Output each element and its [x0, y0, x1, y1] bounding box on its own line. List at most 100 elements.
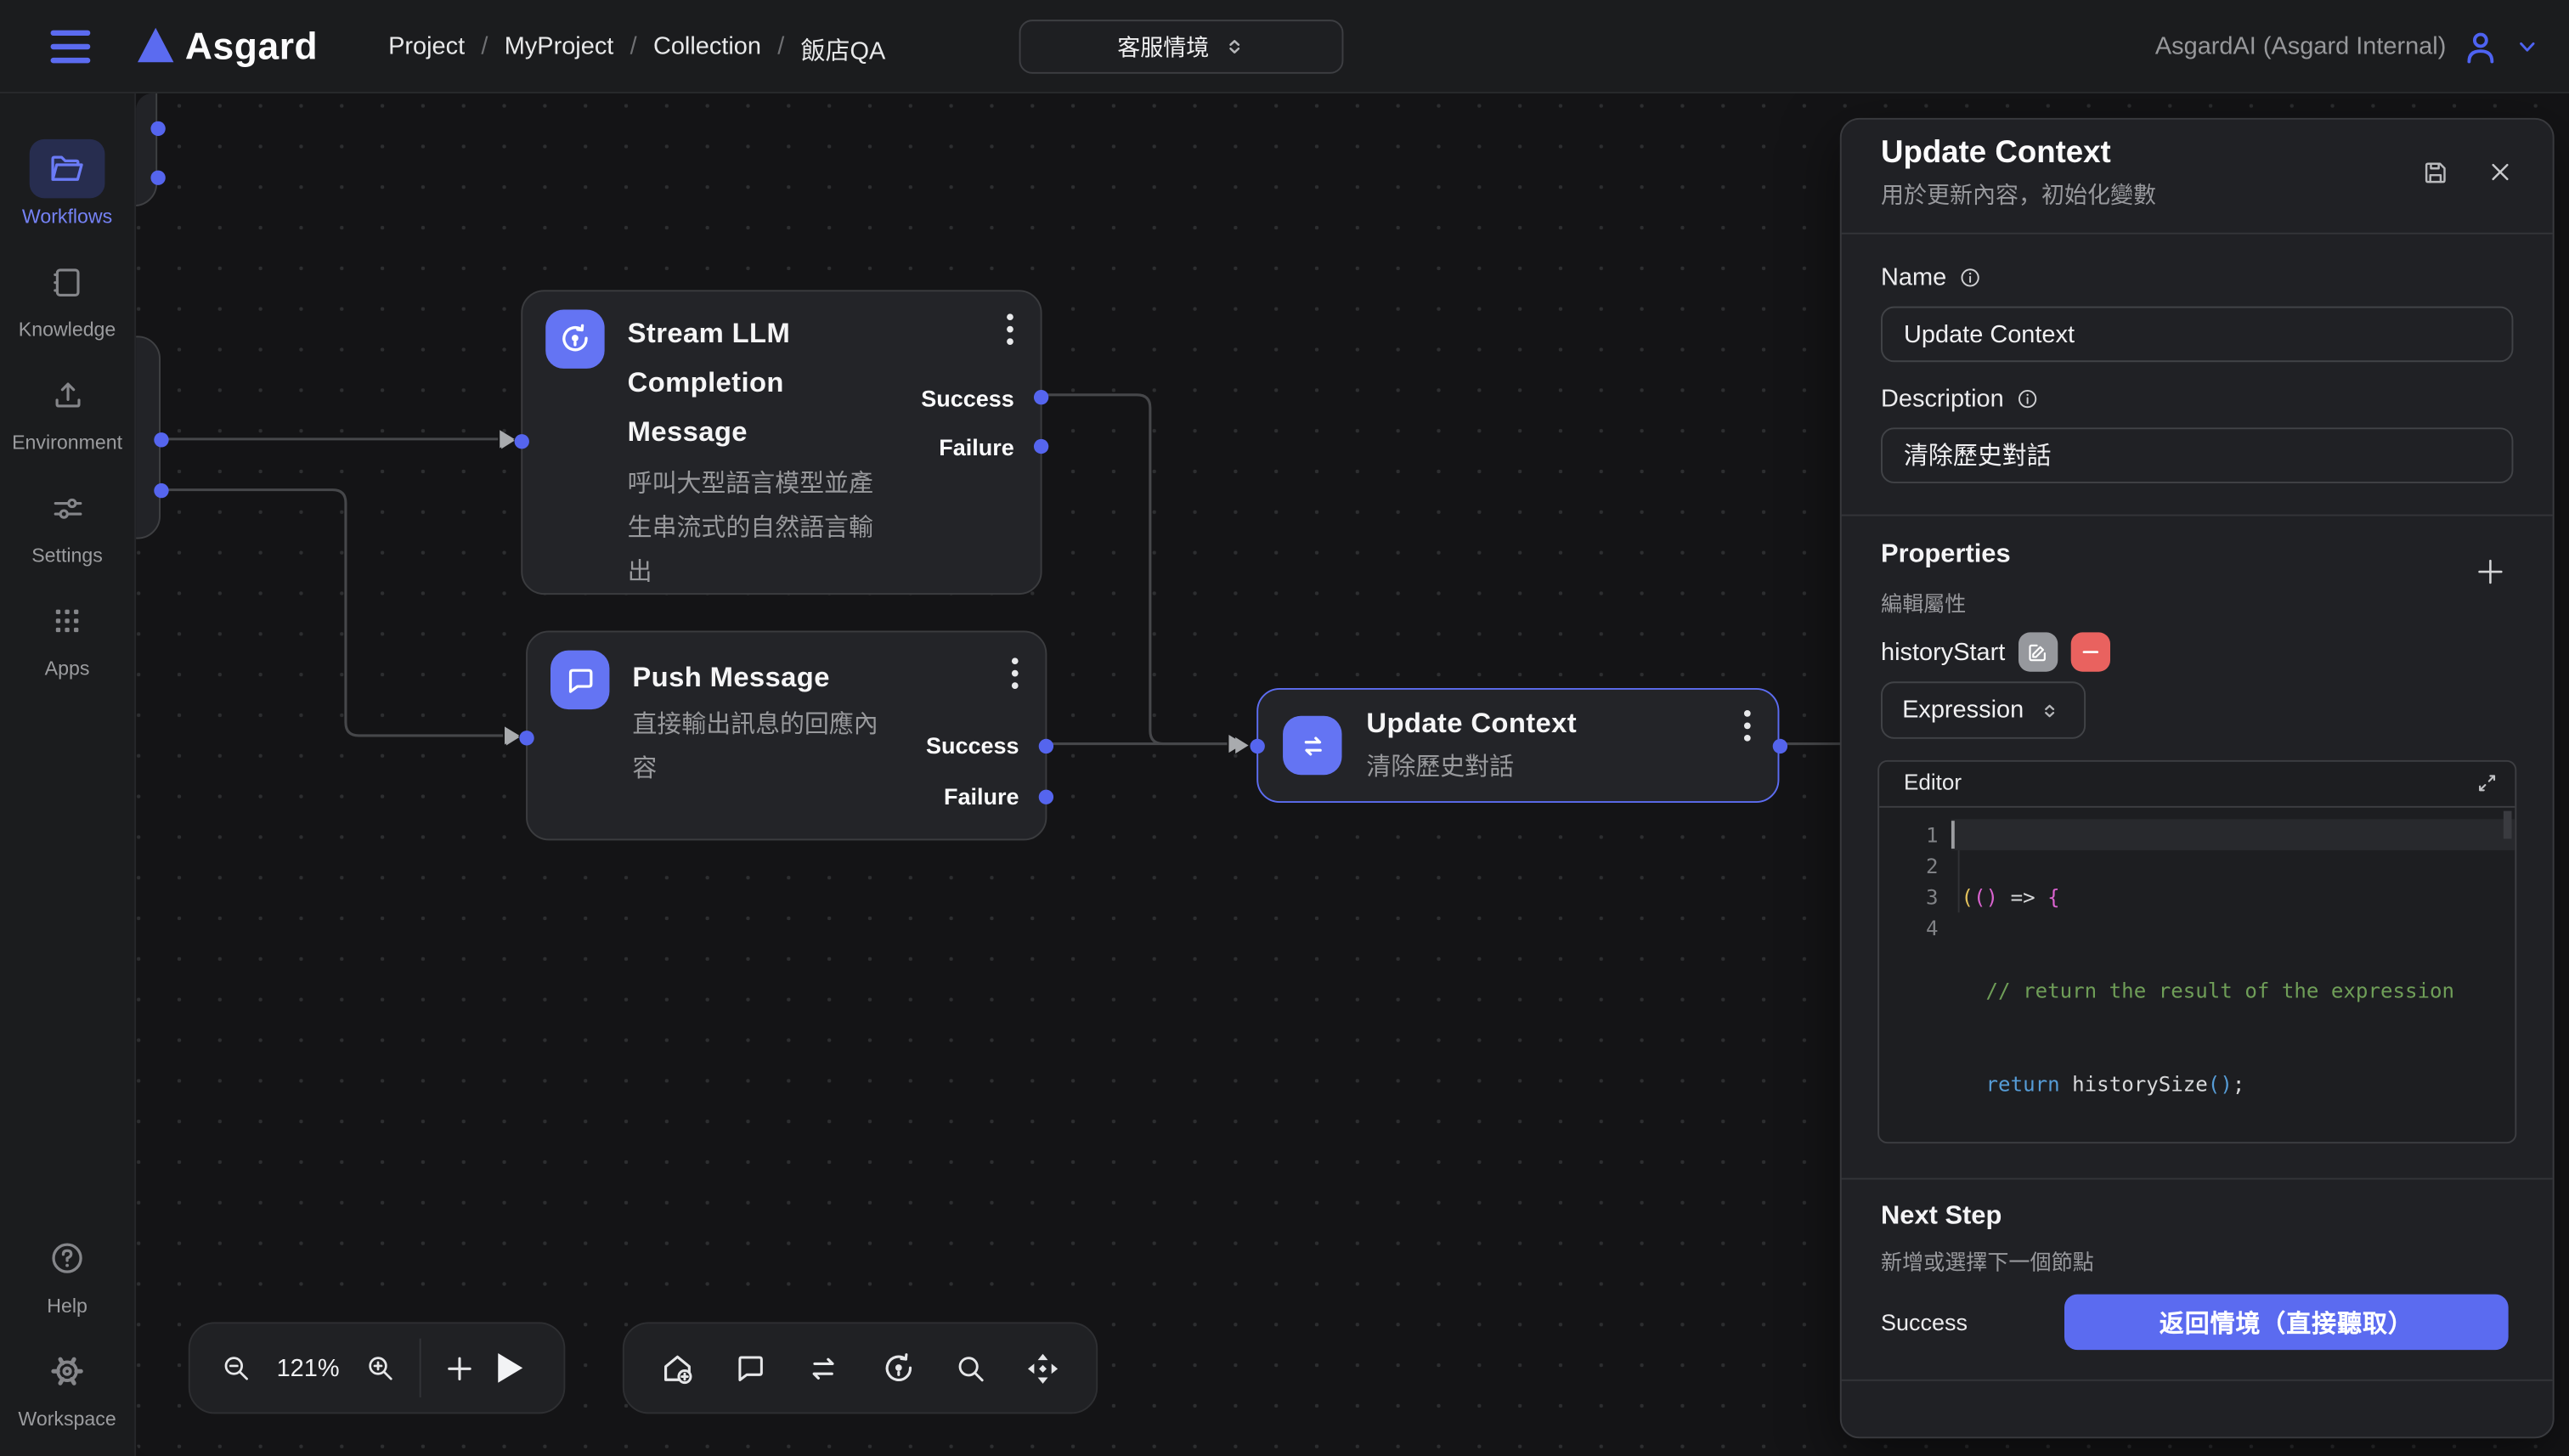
output-port-success[interactable] [1039, 738, 1053, 753]
output-port-success[interactable] [1034, 389, 1048, 404]
app-root: Asgard Project/ MyProject/ Collection/ 飯… [0, 0, 2569, 1456]
description-label: Description [1881, 385, 2040, 413]
upload-icon [30, 365, 105, 424]
output-port[interactable] [150, 121, 164, 135]
node-description: 直接輸出訊息的回應內容 [632, 703, 897, 791]
sliders-icon [30, 478, 105, 537]
output-label-failure: Failure [939, 434, 1014, 460]
property-type-select[interactable]: Expression [1881, 681, 2086, 738]
sidebar-item-label: Workspace [18, 1408, 116, 1431]
add-property-button[interactable] [2474, 556, 2507, 589]
node-menu-icon[interactable] [1011, 657, 1019, 690]
sidebar-item-workspace[interactable]: Workspace [18, 1341, 116, 1430]
sidebar-item-label: Apps [45, 657, 90, 680]
exchange-tool-icon[interactable] [805, 1349, 843, 1386]
input-port[interactable] [515, 433, 529, 448]
description-input[interactable]: 清除歷史對話 [1881, 427, 2513, 483]
breadcrumb-collection[interactable]: Collection [653, 33, 761, 67]
account-name: AsgardAI (Asgard Internal) [2155, 33, 2447, 61]
zoom-level[interactable]: 121% [275, 1354, 341, 1382]
output-port[interactable] [1772, 738, 1787, 753]
search-icon[interactable] [953, 1351, 988, 1385]
folder-icon [30, 139, 105, 198]
help-icon [30, 1228, 105, 1287]
node-config-panel: Update Context 用於更新內容，初始化變數 Name Update … [1840, 118, 2555, 1438]
property-row: historyStart [1881, 632, 2110, 671]
stream-icon [545, 309, 604, 368]
output-port[interactable] [153, 483, 167, 497]
sidebar-item-label: Workflows [22, 205, 112, 228]
sidebar-item-label: Environment [12, 431, 122, 454]
account-menu[interactable]: AsgardAI (Asgard Internal) [2155, 0, 2539, 93]
environment-select-value: 客服情境 [1117, 31, 1209, 64]
sidebar-item-environment[interactable]: Environment [12, 365, 122, 454]
move-icon[interactable] [1024, 1349, 1061, 1386]
save-icon[interactable] [2419, 157, 2451, 189]
sidebar-item-workflows[interactable]: Workflows [22, 139, 112, 228]
sidebar-item-knowledge[interactable]: Knowledge [19, 252, 116, 341]
expand-icon[interactable] [2476, 771, 2498, 794]
offscreen-node-top[interactable] [136, 93, 157, 206]
next-step-button[interactable]: 返回情境（直接聽取） [2064, 1295, 2509, 1351]
divider [1842, 233, 2553, 234]
asgard-logo-icon [138, 28, 173, 62]
sidebar-item-apps[interactable]: Apps [30, 591, 105, 680]
input-port[interactable] [1250, 738, 1264, 753]
breadcrumb: Project/ MyProject/ Collection/ 飯店QA [388, 33, 885, 67]
node-push-message[interactable]: Push Message 直接輸出訊息的回應內容 Success Failure [526, 630, 1047, 840]
property-type-value: Expression [1902, 697, 2024, 725]
book-icon [30, 252, 105, 311]
breadcrumb-project[interactable]: Project [388, 33, 465, 67]
select-updown-icon [1224, 36, 1245, 57]
run-button[interactable] [498, 1353, 522, 1383]
exchange-icon [1283, 716, 1341, 775]
home-add-icon[interactable] [658, 1349, 696, 1386]
add-node-button[interactable] [444, 1352, 476, 1384]
stream-tool-icon[interactable] [879, 1349, 917, 1386]
output-port-failure[interactable] [1039, 789, 1053, 804]
remove-property-button[interactable] [2070, 632, 2109, 671]
text-caret [1951, 821, 1954, 849]
code-line: return historySize(); [1961, 1068, 2454, 1099]
select-updown-icon [2040, 700, 2059, 720]
output-port[interactable] [153, 432, 167, 446]
sidebar-item-settings[interactable]: Settings [30, 478, 105, 567]
menu-icon[interactable] [49, 28, 92, 65]
property-name: historyStart [1881, 638, 2005, 666]
close-icon[interactable] [2487, 159, 2514, 185]
input-port[interactable] [519, 730, 534, 744]
zoom-out-button[interactable] [219, 1352, 252, 1385]
input-arrow-icon [1235, 736, 1248, 753]
panel-subtitle: 用於更新內容，初始化變數 [1881, 178, 2156, 212]
grid-icon [30, 591, 105, 650]
output-label-success: Success [921, 385, 1014, 411]
node-stream-llm[interactable]: Stream LLM Completion Message Success Fa… [521, 290, 1042, 595]
output-port-failure[interactable] [1034, 438, 1048, 453]
name-input[interactable]: Update Context [1881, 307, 2513, 363]
edit-property-button[interactable] [2019, 632, 2058, 671]
node-update-context[interactable]: Update Context 清除歷史對話 [1256, 688, 1779, 803]
output-port[interactable] [150, 170, 164, 184]
node-menu-icon[interactable] [1006, 313, 1014, 346]
sidebar-item-help[interactable]: Help [30, 1228, 105, 1317]
breadcrumb-myproject[interactable]: MyProject [505, 33, 614, 67]
chat-tool-icon[interactable] [733, 1350, 769, 1385]
divider [1842, 515, 2553, 516]
editor-title: Editor [1904, 770, 1962, 794]
node-title: Push Message [632, 653, 992, 703]
node-menu-icon[interactable] [1743, 709, 1752, 742]
node-title: Stream LLM Completion Message [628, 309, 831, 457]
next-step-handle-label: Success [1881, 1309, 1968, 1335]
sidebar-item-label: Knowledge [19, 318, 116, 341]
code-area[interactable]: 1 2 3 4 (() => { // return the result of… [1879, 808, 2515, 1142]
divider [1842, 1380, 2553, 1381]
environment-select[interactable]: 客服情境 [1019, 20, 1344, 74]
sidebar-item-label: Settings [31, 544, 103, 567]
sidebar-footer: Help Workspace [18, 1228, 116, 1456]
code-lines: (() => { // return the result of the exp… [1961, 819, 2454, 1143]
next-step-heading: Next Step [1881, 1203, 2002, 1233]
zoom-toolbar: 121% [189, 1322, 566, 1414]
overview-ruler [2504, 811, 2512, 839]
zoom-in-button[interactable] [364, 1352, 397, 1385]
node-palette-toolbar [623, 1322, 1098, 1414]
